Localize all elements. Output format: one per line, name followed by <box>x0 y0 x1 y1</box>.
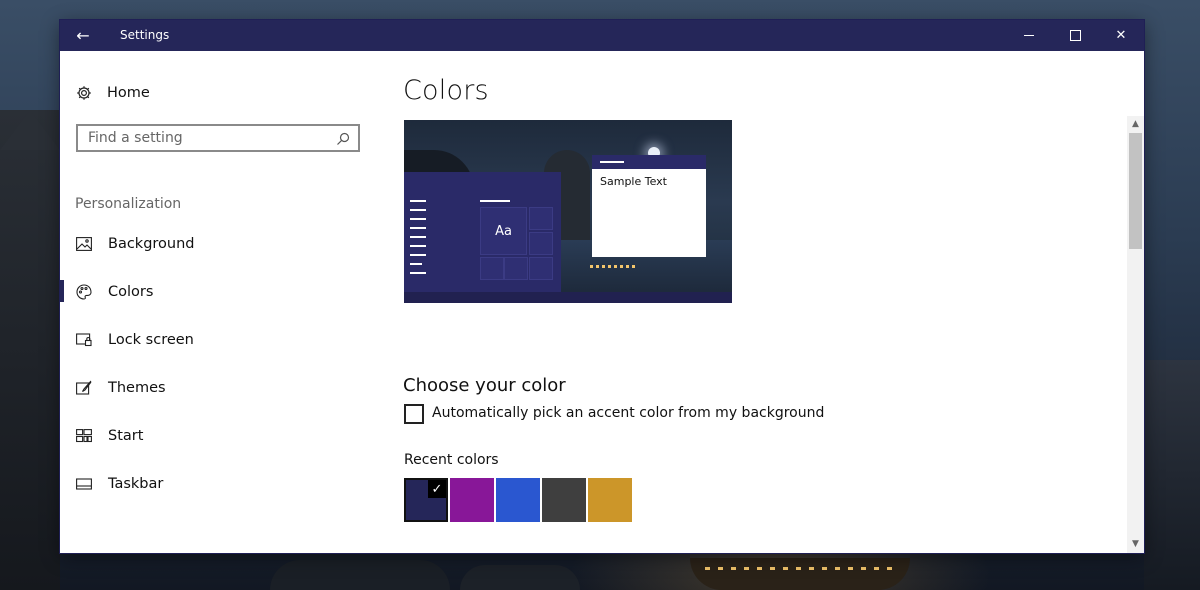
sidebar-item-label: Colors <box>108 284 154 300</box>
color-swatch[interactable]: ✓ <box>404 478 448 522</box>
title-bar[interactable]: ← Settings ✕ <box>60 20 1144 51</box>
selection-indicator <box>60 280 64 302</box>
checkmark-icon: ✓ <box>428 480 446 498</box>
scroll-down-icon[interactable]: ▼ <box>1127 536 1144 551</box>
lock-screen-icon <box>76 332 92 348</box>
auto-accent-checkbox[interactable] <box>404 404 424 424</box>
close-icon: ✕ <box>1115 28 1127 43</box>
preview-tile <box>529 257 553 280</box>
scroll-thumb[interactable] <box>1129 133 1142 249</box>
gear-icon <box>76 85 92 101</box>
choose-color-heading: Choose your color <box>403 375 566 396</box>
preview-tile <box>529 232 553 255</box>
sidebar-item-themes[interactable]: Themes <box>76 376 356 400</box>
sidebar-item-background[interactable]: Background <box>76 232 356 256</box>
preview-sample-text: Sample Text <box>600 175 667 188</box>
scrollbar[interactable]: ▲ ▼ <box>1127 116 1144 553</box>
back-button[interactable]: ← <box>60 20 106 51</box>
start-tiles-icon <box>76 428 92 444</box>
sidebar-item-colors[interactable]: Colors <box>76 280 356 304</box>
sidebar-item-label: Lock screen <box>108 332 194 348</box>
maximize-button[interactable] <box>1052 20 1098 51</box>
sidebar-item-lock-screen[interactable]: Lock screen <box>76 328 356 352</box>
sidebar-item-label: Start <box>108 428 144 444</box>
window-title: Settings <box>120 28 170 42</box>
wallpaper-rock <box>460 565 580 590</box>
wallpaper-rock <box>270 560 450 590</box>
preview-tile-aa: Aa <box>480 207 527 255</box>
wallpaper-castle <box>0 110 60 590</box>
image-icon <box>76 236 92 252</box>
search-input[interactable] <box>88 129 328 147</box>
preview-window: Sample Text <box>592 155 706 257</box>
taskbar-icon <box>76 476 92 492</box>
wallpaper-boat <box>690 558 910 590</box>
color-swatch[interactable] <box>496 478 540 522</box>
preview-taskbar <box>404 292 732 303</box>
settings-window: ← Settings ✕ Home Persona <box>60 20 1144 553</box>
sidebar-item-label: Themes <box>108 380 166 396</box>
wallpaper-castle-roof <box>0 110 60 150</box>
close-button[interactable]: ✕ <box>1098 20 1144 51</box>
sidebar-item-start[interactable]: Start <box>76 424 356 448</box>
preview-group-line <box>480 200 510 202</box>
search-box[interactable] <box>76 124 360 152</box>
recent-colors-label: Recent colors <box>404 452 499 468</box>
preview-window-titlebar <box>592 155 706 169</box>
color-swatch[interactable] <box>542 478 586 522</box>
preview-tile <box>480 257 504 280</box>
maximize-icon <box>1069 30 1081 41</box>
page-title: Colors <box>403 75 489 106</box>
nav-home[interactable]: Home <box>76 82 150 104</box>
preview-boat-lights <box>590 265 638 268</box>
section-header-personalization: Personalization <box>75 196 182 212</box>
preview-app-list <box>410 200 440 281</box>
color-preview: Aa Sample Text <box>404 120 732 303</box>
preview-start-menu: Aa <box>404 172 561 292</box>
wallpaper-boat-lights <box>705 567 895 570</box>
scroll-up-icon[interactable]: ▲ <box>1127 116 1144 131</box>
themes-brush-icon <box>76 380 92 396</box>
sidebar-item-taskbar[interactable]: Taskbar <box>76 472 356 496</box>
minimize-icon <box>1024 35 1034 36</box>
palette-icon <box>76 284 92 300</box>
minimize-button[interactable] <box>1006 20 1052 51</box>
sidebar-item-label: Background <box>108 236 195 252</box>
auto-accent-label[interactable]: Automatically pick an accent color from … <box>432 405 824 421</box>
nav-home-label: Home <box>107 85 150 101</box>
preview-tile <box>529 207 553 230</box>
color-swatch[interactable] <box>450 478 494 522</box>
preview-tile <box>504 257 528 280</box>
color-swatch[interactable] <box>588 478 632 522</box>
search-icon[interactable] <box>336 131 350 145</box>
wallpaper-cliff <box>1144 360 1200 590</box>
sidebar-item-label: Taskbar <box>108 476 164 492</box>
back-arrow-icon: ← <box>76 26 90 45</box>
